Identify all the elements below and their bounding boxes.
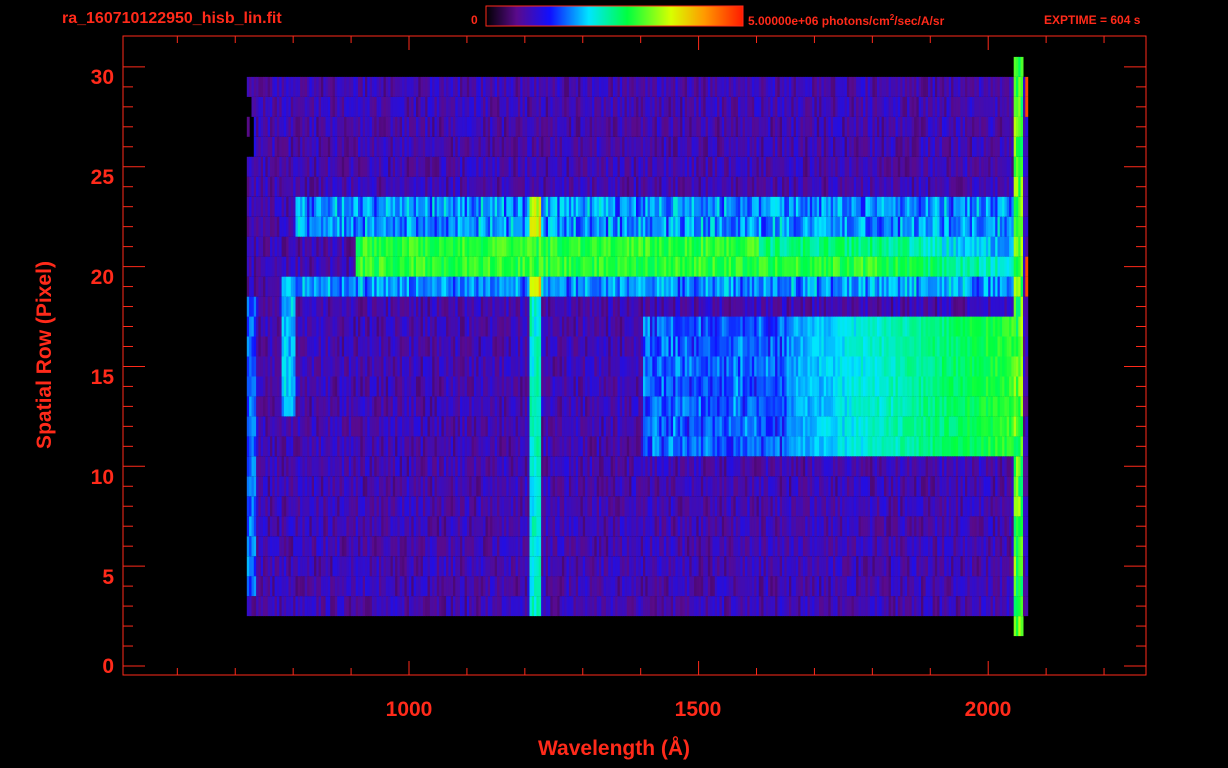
heatmap-cell	[1025, 536, 1029, 557]
heatmap-cell	[1020, 616, 1024, 637]
heatmap-cell	[1025, 556, 1029, 577]
heatmap-cell	[1025, 576, 1029, 597]
heatmap-cell	[1025, 496, 1029, 517]
heatmap-cell	[1025, 336, 1029, 357]
spectrum-chart	[122, 5, 1147, 676]
heatmap-cell	[1025, 436, 1029, 457]
heatmap-cell	[1025, 456, 1029, 477]
heatmap-cells	[246, 56, 1029, 637]
heatmap-cell	[1025, 516, 1029, 537]
heatmap-cell	[1025, 476, 1029, 497]
heatmap-cell	[1025, 396, 1029, 417]
heatmap-cell	[1025, 596, 1029, 617]
heatmap-cell	[1025, 356, 1029, 377]
heatmap-cell	[1025, 416, 1029, 437]
heatmap-cell	[1025, 376, 1029, 397]
colorbar	[485, 5, 744, 27]
